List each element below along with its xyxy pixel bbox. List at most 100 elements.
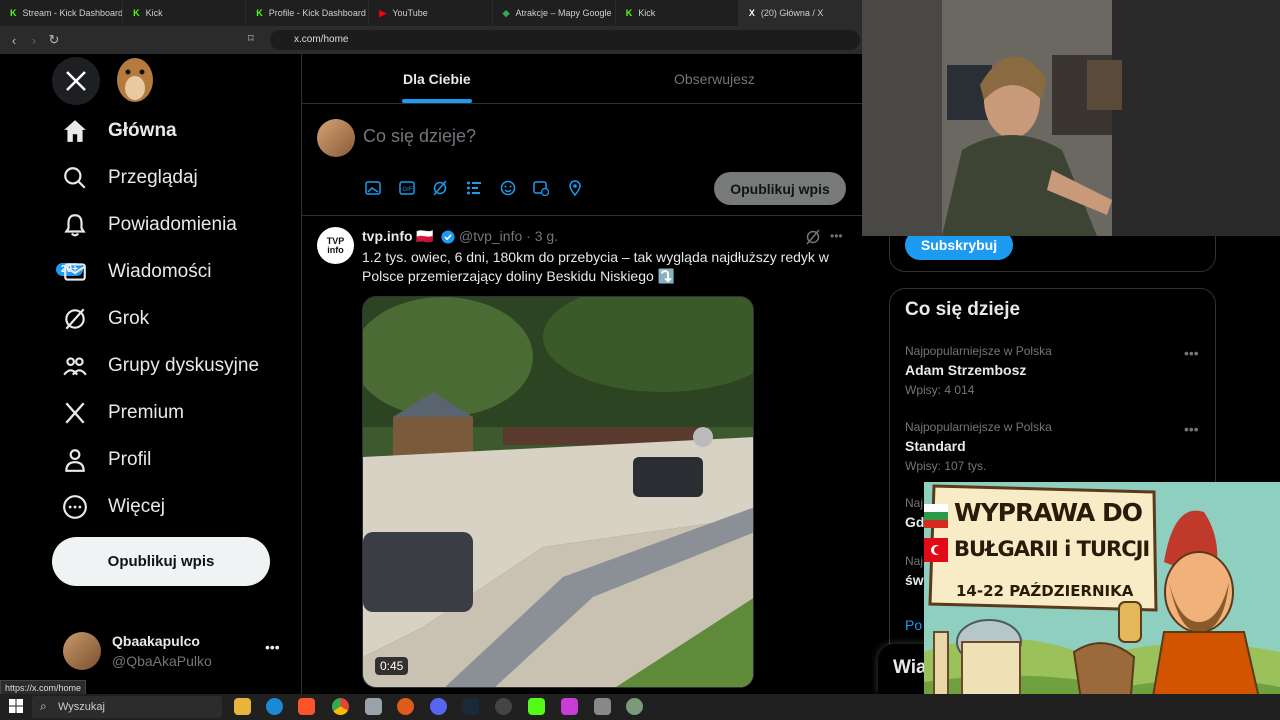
trend-name[interactable]: św bbox=[905, 572, 924, 588]
browser-tab-active[interactable]: X (20) Główna / X bbox=[738, 0, 862, 26]
trend-name[interactable]: Adam Strzembosz bbox=[905, 362, 1026, 378]
account-switcher[interactable]: Qbaakapulco @QbaAkaPulko ••• bbox=[52, 626, 292, 676]
edge-icon[interactable] bbox=[266, 698, 283, 715]
x-icon: X bbox=[748, 8, 755, 18]
brave-icon[interactable] bbox=[298, 698, 315, 715]
grok-icon[interactable] bbox=[432, 180, 448, 196]
tweet-handle[interactable]: @tvp_info · 3 g. bbox=[459, 228, 558, 244]
webcam-feed bbox=[862, 0, 1280, 236]
emoji-icon[interactable] bbox=[500, 180, 516, 196]
nav-item-explore[interactable]: Przeglądaj bbox=[62, 163, 198, 193]
gif-icon[interactable]: GIF bbox=[399, 180, 415, 196]
youtube-icon: ▶ bbox=[379, 7, 387, 18]
app-icon[interactable] bbox=[594, 698, 611, 715]
home-icon bbox=[64, 120, 86, 142]
post-button[interactable]: Opublikuj wpis bbox=[52, 537, 270, 586]
trend-more-icon[interactable]: ••• bbox=[1184, 421, 1199, 437]
hamster-sticker bbox=[110, 44, 160, 104]
app-icon[interactable] bbox=[365, 698, 382, 715]
browser-tab[interactable]: K Kick bbox=[123, 0, 247, 26]
tweet-more-icon[interactable]: ••• bbox=[830, 229, 843, 243]
file-explorer-icon[interactable] bbox=[234, 698, 251, 715]
browser-tab-bar: K Stream - Kick Dashboard K Kick K Profile … bbox=[0, 0, 862, 26]
account-handle: @QbaAkaPulko bbox=[112, 653, 212, 669]
maps-icon: ◆ bbox=[502, 7, 510, 18]
back-icon[interactable]: ‹ bbox=[4, 33, 24, 48]
obs-icon[interactable] bbox=[397, 698, 414, 715]
discord-icon[interactable] bbox=[430, 698, 447, 715]
x-logo-button[interactable] bbox=[52, 57, 100, 105]
tab-following[interactable]: Obserwujesz bbox=[674, 71, 755, 87]
browser-tab[interactable]: ◆ Atrakcje – Mapy Google bbox=[493, 0, 616, 26]
kick-icon: K bbox=[10, 8, 17, 18]
composer-avatar bbox=[317, 119, 355, 157]
nav-item-home[interactable]: Główna bbox=[62, 116, 177, 146]
nav-item-grok[interactable]: Grok bbox=[62, 304, 149, 334]
chrome-icon[interactable] bbox=[332, 698, 349, 715]
left-sidebar: Główna Przeglądaj Powiadomienia 20+ Wiad… bbox=[0, 54, 302, 694]
trend-category: Naj bbox=[905, 554, 924, 568]
composer-post-button[interactable]: Opublikuj wpis bbox=[714, 172, 846, 205]
nav-label: Wiadomości bbox=[108, 261, 212, 282]
location-icon[interactable] bbox=[567, 180, 583, 196]
author-name-text: tvp.info 🇵🇱 bbox=[362, 228, 434, 244]
kick-app-icon[interactable] bbox=[528, 698, 545, 715]
verified-badge-icon bbox=[441, 230, 455, 244]
taskbar-search[interactable]: ⌕ Wyszukaj bbox=[32, 696, 222, 718]
trend-name[interactable]: Gd bbox=[905, 514, 924, 530]
tab-for-you[interactable]: Dla Ciebie bbox=[403, 71, 471, 87]
nav-item-more[interactable]: Więcej bbox=[62, 492, 165, 522]
people-icon bbox=[63, 357, 87, 376]
browser-tab[interactable]: K Stream - Kick Dashboard bbox=[0, 0, 124, 26]
trend-more-icon[interactable]: ••• bbox=[1184, 345, 1199, 361]
x-logo-icon bbox=[66, 71, 86, 91]
bell-icon bbox=[64, 214, 86, 237]
nav-item-communities[interactable]: Grupy dyskusyjne bbox=[62, 351, 259, 381]
steam-icon[interactable] bbox=[462, 698, 479, 715]
nav-label: Główna bbox=[108, 120, 177, 141]
webcam-overlay bbox=[862, 0, 1280, 236]
bookmark-icon[interactable]: ⌑ bbox=[248, 32, 254, 45]
x-icon bbox=[65, 402, 85, 424]
url-field[interactable]: x.com/home bbox=[270, 30, 860, 50]
browser-tab[interactable]: ▶ YouTube bbox=[369, 0, 493, 26]
search-icon: ⌕ bbox=[40, 699, 47, 713]
trip-promo-banner: WYPRAWA DO BUŁGARII i TURCJI 14-22 PAŹDZ… bbox=[924, 482, 1280, 720]
main-timeline: Dla Ciebie Obserwujesz Co się dzieje? GI… bbox=[302, 54, 862, 694]
nav-item-messages[interactable]: Wiadomości bbox=[62, 257, 211, 287]
grok-explain-icon[interactable] bbox=[805, 229, 821, 245]
nav-item-notifications[interactable]: Powiadomienia bbox=[62, 210, 237, 240]
more-dots-icon[interactable]: ••• bbox=[265, 639, 280, 655]
poll-icon[interactable] bbox=[466, 180, 482, 196]
windows-start-icon[interactable] bbox=[9, 699, 23, 713]
tab-label: Kick bbox=[638, 8, 656, 18]
schedule-icon[interactable] bbox=[533, 180, 549, 196]
promo-title-line1: WYPRAWA DO bbox=[954, 498, 1143, 527]
browser-tab[interactable]: K Profile - Kick Dashboard bbox=[246, 0, 370, 26]
forward-icon[interactable]: › bbox=[24, 33, 44, 48]
trend-category: Naj bbox=[905, 496, 924, 510]
nav-item-premium[interactable]: Premium bbox=[62, 398, 184, 428]
tweet-author-name[interactable]: tvp.info 🇵🇱 bbox=[362, 228, 434, 245]
more-icon bbox=[63, 495, 87, 519]
show-more-link[interactable]: Po bbox=[905, 617, 922, 633]
app-icon[interactable] bbox=[626, 698, 643, 715]
tweet-text: 1.2 tys. owiec, 6 dni, 180km do przebyci… bbox=[362, 249, 829, 284]
image-icon[interactable] bbox=[365, 180, 381, 196]
trend-name[interactable]: Standard bbox=[905, 438, 966, 454]
url-text: x.com/home bbox=[294, 34, 349, 45]
nav-item-profile[interactable]: Profil bbox=[62, 445, 151, 475]
tab-label: YouTube bbox=[392, 8, 428, 18]
composer-input[interactable]: Co się dzieje? bbox=[363, 126, 476, 147]
reload-icon[interactable]: ↻ bbox=[44, 32, 64, 48]
tab-label: Kick bbox=[145, 8, 163, 18]
tweet-avatar[interactable]: TVP info bbox=[317, 227, 354, 264]
tweet-video[interactable]: 0:45 bbox=[362, 296, 754, 688]
app-icon[interactable] bbox=[495, 698, 512, 715]
nav-label: Premium bbox=[108, 402, 185, 423]
promo-title-line2: BUŁGARII i TURCJI bbox=[954, 537, 1150, 561]
app-icon[interactable] bbox=[561, 698, 578, 715]
mail-icon bbox=[64, 263, 86, 281]
browser-tab[interactable]: K Kick bbox=[616, 0, 739, 26]
tab-label: (20) Główna / X bbox=[760, 8, 824, 18]
